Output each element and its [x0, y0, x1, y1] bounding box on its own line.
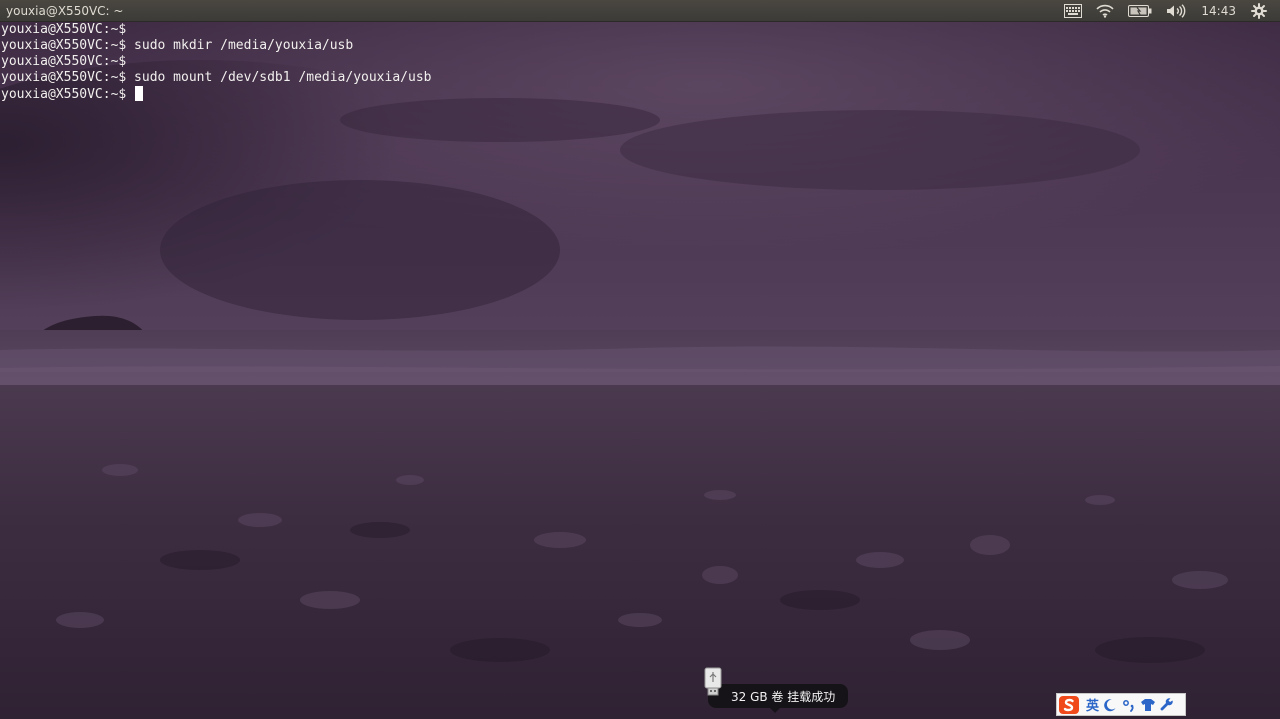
volume-icon[interactable] [1159, 0, 1193, 22]
terminal-prompt-line[interactable]: youxia@X550VC:~$ [1, 86, 431, 102]
desktop-wallpaper [0, 0, 1280, 719]
terminal-output[interactable]: youxia@X550VC:~$ youxia@X550VC:~$ sudo m… [1, 22, 431, 102]
notification-text: 32 GB 卷 挂载成功 [731, 690, 836, 704]
gear-icon[interactable] [1244, 0, 1274, 22]
shirt-skin-icon[interactable] [1140, 695, 1156, 715]
terminal-cursor [135, 86, 144, 101]
indicator-area: 14:43 [1057, 0, 1280, 22]
terminal-line: youxia@X550VC:~$ [1, 54, 127, 69]
wrench-icon[interactable] [1159, 695, 1175, 715]
usb-drive-icon [704, 667, 722, 701]
clock[interactable]: 14:43 [1193, 4, 1244, 18]
moon-icon[interactable] [1102, 695, 1118, 715]
battery-icon[interactable] [1121, 0, 1159, 22]
terminal-line: youxia@X550VC:~$ sudo mkdir /media/youxi… [1, 38, 354, 53]
mount-notification: 32 GB 卷 挂载成功 [700, 666, 850, 713]
terminal-prompt: youxia@X550VC:~$ [1, 87, 135, 102]
ime-language-toggle[interactable]: 英 [1086, 695, 1099, 714]
input-method-bar[interactable]: 英 [1056, 693, 1186, 716]
notification-tail [770, 708, 780, 713]
punctuation-icon[interactable] [1121, 695, 1137, 715]
keyboard-icon[interactable] [1057, 0, 1089, 22]
window-title: youxia@X550VC: ~ [6, 3, 124, 18]
terminal-line: youxia@X550VC:~$ sudo mount /dev/sdb1 /m… [1, 70, 432, 85]
sogou-logo-icon[interactable] [1058, 694, 1080, 715]
terminal-line: youxia@X550VC:~$ [1, 22, 127, 37]
top-panel: youxia@X550VC: ~ 14:43 [0, 0, 1280, 22]
wifi-icon[interactable] [1089, 0, 1121, 22]
